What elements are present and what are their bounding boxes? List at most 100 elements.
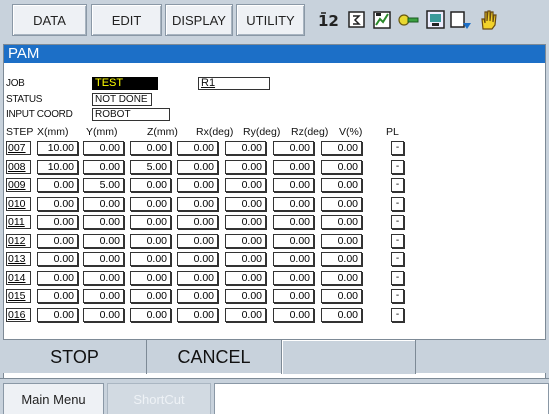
v-value-cell[interactable]: 0.00 bbox=[321, 270, 362, 285]
y-value-cell[interactable]: 0.00 bbox=[83, 252, 124, 266]
pl-value-cell[interactable]: - bbox=[391, 141, 404, 155]
y-value-cell[interactable]: 0.00 bbox=[83, 196, 124, 211]
stop-button[interactable]: STOP bbox=[3, 340, 147, 374]
x-value-cell[interactable]: 0.00 bbox=[37, 252, 78, 266]
step-number-cell[interactable]: 008 bbox=[6, 159, 31, 174]
job-value-field[interactable]: TEST bbox=[92, 77, 158, 90]
v-value-cell[interactable]: 0.00 bbox=[321, 233, 362, 248]
step-number-cell[interactable]: 014 bbox=[6, 270, 31, 285]
step-number-cell[interactable]: 016 bbox=[6, 307, 31, 322]
data-menu-button[interactable]: DATA bbox=[12, 4, 87, 36]
rz-value-cell[interactable]: 0.00 bbox=[273, 307, 314, 322]
step-number-cell[interactable]: 015 bbox=[6, 289, 31, 303]
step-number-cell[interactable]: 011 bbox=[6, 215, 31, 229]
x-value-cell[interactable]: 0.00 bbox=[37, 196, 78, 211]
v-value-cell[interactable]: 0.00 bbox=[321, 289, 362, 303]
v-value-cell[interactable]: 0.00 bbox=[321, 141, 362, 155]
y-value-cell[interactable]: 0.00 bbox=[83, 289, 124, 303]
utility-menu-button[interactable]: UTILITY bbox=[236, 4, 305, 36]
edit-menu-button[interactable]: EDIT bbox=[91, 4, 162, 36]
screen-copy-icon[interactable] bbox=[449, 7, 473, 33]
monitor-chart-icon[interactable] bbox=[371, 7, 395, 33]
v-value-cell[interactable]: 0.00 bbox=[321, 307, 362, 322]
z-value-cell[interactable]: 0.00 bbox=[130, 270, 171, 285]
ry-value-cell[interactable]: 0.00 bbox=[225, 178, 266, 192]
z-value-cell[interactable]: 0.00 bbox=[130, 141, 171, 155]
x-value-cell[interactable]: 0.00 bbox=[37, 289, 78, 303]
rx-value-cell[interactable]: 0.00 bbox=[177, 159, 218, 174]
pl-value-cell[interactable]: - bbox=[391, 215, 404, 229]
ry-value-cell[interactable]: 0.00 bbox=[225, 252, 266, 266]
y-value-cell[interactable]: 0.00 bbox=[83, 141, 124, 155]
y-value-cell[interactable]: 0.00 bbox=[83, 215, 124, 229]
ry-value-cell[interactable]: 0.00 bbox=[225, 215, 266, 229]
ry-value-cell[interactable]: 0.00 bbox=[225, 233, 266, 248]
rx-value-cell[interactable]: 0.00 bbox=[177, 233, 218, 248]
shortcut-button[interactable]: ShortCut bbox=[107, 383, 211, 414]
z-value-cell[interactable]: 0.00 bbox=[130, 215, 171, 229]
rz-value-cell[interactable]: 0.00 bbox=[273, 252, 314, 266]
pl-value-cell[interactable]: - bbox=[391, 196, 404, 211]
rz-value-cell[interactable]: 0.00 bbox=[273, 196, 314, 211]
z-value-cell[interactable]: 5.00 bbox=[130, 159, 171, 174]
step-number-cell[interactable]: 009 bbox=[6, 178, 31, 192]
step-number-cell[interactable]: 007 bbox=[6, 141, 31, 155]
rz-value-cell[interactable]: 0.00 bbox=[273, 289, 314, 303]
rz-value-cell[interactable]: 0.00 bbox=[273, 159, 314, 174]
pl-value-cell[interactable]: - bbox=[391, 159, 404, 174]
instruction-list-icon[interactable] bbox=[345, 7, 369, 33]
rx-value-cell[interactable]: 0.00 bbox=[177, 196, 218, 211]
x-value-cell[interactable]: 0.00 bbox=[37, 307, 78, 322]
z-value-cell[interactable]: 0.00 bbox=[130, 233, 171, 248]
rz-value-cell[interactable]: 0.00 bbox=[273, 178, 314, 192]
v-value-cell[interactable]: 0.00 bbox=[321, 252, 362, 266]
v-value-cell[interactable]: 0.00 bbox=[321, 215, 362, 229]
x-value-cell[interactable]: 10.00 bbox=[37, 159, 78, 174]
input-coord-field[interactable]: ROBOT bbox=[92, 108, 170, 121]
v-value-cell[interactable]: 0.00 bbox=[321, 178, 362, 192]
step-number-cell[interactable]: 013 bbox=[6, 252, 31, 266]
pl-value-cell[interactable]: - bbox=[391, 289, 404, 303]
x-value-cell[interactable]: 10.00 bbox=[37, 141, 78, 155]
rx-value-cell[interactable]: 0.00 bbox=[177, 252, 218, 266]
pl-value-cell[interactable]: - bbox=[391, 233, 404, 248]
x-value-cell[interactable]: 0.00 bbox=[37, 215, 78, 229]
x-value-cell[interactable]: 0.00 bbox=[37, 178, 78, 192]
rz-value-cell[interactable]: 0.00 bbox=[273, 215, 314, 229]
y-value-cell[interactable]: 0.00 bbox=[83, 270, 124, 285]
rz-value-cell[interactable]: 0.00 bbox=[273, 141, 314, 155]
ry-value-cell[interactable]: 0.00 bbox=[225, 270, 266, 285]
camera-screen-icon[interactable] bbox=[424, 7, 448, 33]
program-step-icon[interactable]: 12 bbox=[317, 7, 341, 33]
x-value-cell[interactable]: 0.00 bbox=[37, 233, 78, 248]
ry-value-cell[interactable]: 0.00 bbox=[225, 289, 266, 303]
y-value-cell[interactable]: 0.00 bbox=[83, 159, 124, 174]
z-value-cell[interactable]: 0.00 bbox=[130, 307, 171, 322]
ry-value-cell[interactable]: 0.00 bbox=[225, 307, 266, 322]
pl-value-cell[interactable]: - bbox=[391, 307, 404, 322]
blank-action-button[interactable] bbox=[282, 340, 416, 374]
z-value-cell[interactable]: 0.00 bbox=[130, 252, 171, 266]
robot-group-field[interactable]: R1 bbox=[198, 77, 270, 90]
pl-value-cell[interactable]: - bbox=[391, 270, 404, 285]
rx-value-cell[interactable]: 0.00 bbox=[177, 289, 218, 303]
v-value-cell[interactable]: 0.00 bbox=[321, 159, 362, 174]
step-number-cell[interactable]: 012 bbox=[6, 233, 31, 248]
cancel-button[interactable]: CANCEL bbox=[147, 340, 282, 374]
rx-value-cell[interactable]: 0.00 bbox=[177, 270, 218, 285]
rz-value-cell[interactable]: 0.00 bbox=[273, 233, 314, 248]
pl-value-cell[interactable]: - bbox=[391, 178, 404, 192]
rz-value-cell[interactable]: 0.00 bbox=[273, 270, 314, 285]
y-value-cell[interactable]: 0.00 bbox=[83, 233, 124, 248]
main-menu-button[interactable]: Main Menu bbox=[3, 383, 104, 414]
y-value-cell[interactable]: 5.00 bbox=[83, 178, 124, 192]
pl-value-cell[interactable]: - bbox=[391, 252, 404, 266]
step-number-cell[interactable]: 010 bbox=[6, 196, 31, 211]
rx-value-cell[interactable]: 0.00 bbox=[177, 178, 218, 192]
y-value-cell[interactable]: 0.00 bbox=[83, 307, 124, 322]
rx-value-cell[interactable]: 0.00 bbox=[177, 307, 218, 322]
servo-hand-icon[interactable] bbox=[476, 7, 500, 33]
ry-value-cell[interactable]: 0.00 bbox=[225, 196, 266, 211]
x-value-cell[interactable]: 0.00 bbox=[37, 270, 78, 285]
z-value-cell[interactable]: 0.00 bbox=[130, 289, 171, 303]
